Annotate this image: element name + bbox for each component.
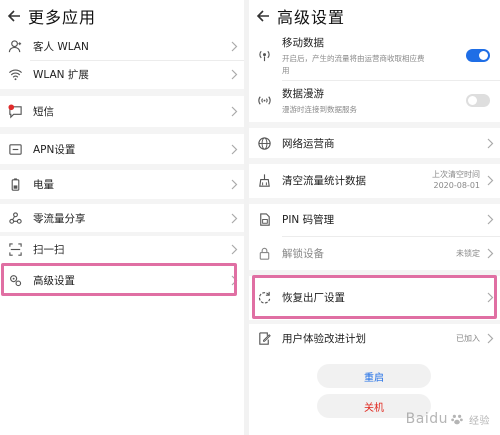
apn-label: APN设置: [33, 143, 76, 156]
left-header: 更多应用: [0, 4, 244, 28]
battery-label: 电量: [33, 179, 54, 191]
data-roaming-label: 数据漫游: [282, 87, 324, 100]
back-button-right[interactable]: [249, 4, 277, 28]
baidu-watermark: Baidu 经验: [406, 411, 490, 427]
highlight-box-advanced-settings: [1, 263, 237, 296]
back-arrow-icon: [256, 10, 269, 22]
data-roaming-toggle[interactable]: [466, 93, 490, 107]
unlock-status-value: 未锁定: [456, 248, 480, 258]
last-cleared-value: 上次清空时间 2020-08-01: [432, 169, 480, 191]
chevron-right-icon: [224, 179, 244, 190]
chevron-right-icon: [480, 248, 500, 259]
apn-icon: [7, 141, 23, 157]
battery-icon: [7, 177, 23, 193]
ux-plan-status-value: 已加入: [456, 333, 480, 343]
network-carrier-label: 网络运营商: [282, 137, 335, 150]
more-apps-panel: 更多应用 客人 WLAN WLAN 扩展 短信 APN设置 电量 零流量分享 扫…: [0, 0, 244, 435]
mobile-data-toggle[interactable]: [466, 48, 490, 62]
pin-management-label: PIN 码管理: [282, 213, 335, 226]
back-button-left[interactable]: [0, 4, 28, 28]
wlan-extend-label: WLAN 扩展: [33, 68, 89, 81]
watermark-brand: Baidu: [405, 411, 448, 427]
mobile-data-description-line2: 用: [282, 65, 290, 75]
paw-icon: [451, 414, 463, 425]
chevron-right-icon: [224, 41, 244, 52]
share-icon: [7, 210, 23, 226]
signal-tower-icon: [256, 47, 272, 63]
chevron-right-icon: [224, 244, 244, 255]
back-arrow-icon: [7, 10, 20, 22]
message-icon: [7, 104, 23, 120]
highlight-box-factory-reset: [252, 275, 497, 319]
chevron-right-icon: [224, 144, 244, 155]
list-item-zero-traffic-share[interactable]: 零流量分享: [0, 204, 244, 232]
document-edit-icon: [256, 330, 272, 346]
data-roaming-row[interactable]: 数据漫游 漫游时连接到数据服务: [249, 82, 500, 118]
list-item-guest-wlan[interactable]: 客人 WLAN: [0, 33, 244, 59]
pin-management-row[interactable]: PIN 码管理: [249, 204, 500, 234]
roaming-icon: [256, 92, 272, 108]
list-item-sms[interactable]: 短信: [0, 97, 244, 126]
mobile-data-label: 移动数据: [282, 36, 324, 49]
page-title-left: 更多应用: [28, 8, 97, 27]
ux-improvement-plan-label: 用户体验改进计划: [282, 332, 366, 345]
chevron-right-icon: [480, 138, 500, 149]
guest-wlan-label: 客人 WLAN: [33, 40, 89, 53]
sim-card-icon: [256, 211, 272, 227]
clear-traffic-stats-row[interactable]: 清空流量统计数据 上次清空时间 2020-08-01: [249, 164, 500, 196]
list-item-scan[interactable]: 扫一扫: [0, 236, 244, 262]
sms-label: 短信: [33, 106, 54, 118]
scan-label: 扫一扫: [33, 243, 65, 256]
broom-icon: [256, 172, 272, 188]
globe-icon: [256, 135, 272, 151]
page-title-right: 高级设置: [277, 8, 346, 27]
chevron-right-icon: [480, 175, 500, 186]
advanced-settings-panel: 高级设置 移动数据 开启后，产生的流量将由运营商收取相应费 用 数据漫游 漫游时…: [249, 0, 500, 435]
scan-icon: [7, 241, 23, 257]
restart-button[interactable]: 重启: [317, 364, 431, 388]
chevron-right-icon: [224, 213, 244, 224]
chevron-right-icon: [480, 333, 500, 344]
chevron-right-icon: [480, 214, 500, 225]
list-item-wlan-extend[interactable]: WLAN 扩展: [0, 61, 244, 87]
list-item-apn[interactable]: APN设置: [0, 134, 244, 164]
zero-traffic-share-label: 零流量分享: [33, 212, 86, 225]
unlock-device-row[interactable]: 解锁设备 未锁定: [249, 238, 500, 268]
list-item-battery[interactable]: 电量: [0, 170, 244, 199]
chevron-right-icon: [224, 69, 244, 80]
lock-icon: [256, 245, 272, 261]
last-cleared-date: 2020-08-01: [433, 181, 481, 190]
data-roaming-description: 漫游时连接到数据服务: [282, 104, 357, 114]
unlock-device-label: 解锁设备: [282, 247, 324, 260]
clear-traffic-stats-label: 清空流量统计数据: [282, 174, 366, 187]
mobile-data-row[interactable]: 移动数据 开启后，产生的流量将由运营商收取相应费 用: [249, 35, 500, 75]
mobile-data-description: 开启后，产生的流量将由运营商收取相应费: [282, 53, 425, 63]
watermark-suffix: 经验: [469, 415, 490, 427]
wifi-icon: [7, 66, 23, 82]
right-header: 高级设置: [249, 4, 500, 28]
ux-improvement-plan-row[interactable]: 用户体验改进计划 已加入: [249, 324, 500, 352]
network-carrier-row[interactable]: 网络运营商: [249, 128, 500, 158]
chevron-right-icon: [224, 106, 244, 117]
guest-user-icon: [7, 38, 23, 54]
last-cleared-caption: 上次清空时间: [432, 170, 480, 179]
